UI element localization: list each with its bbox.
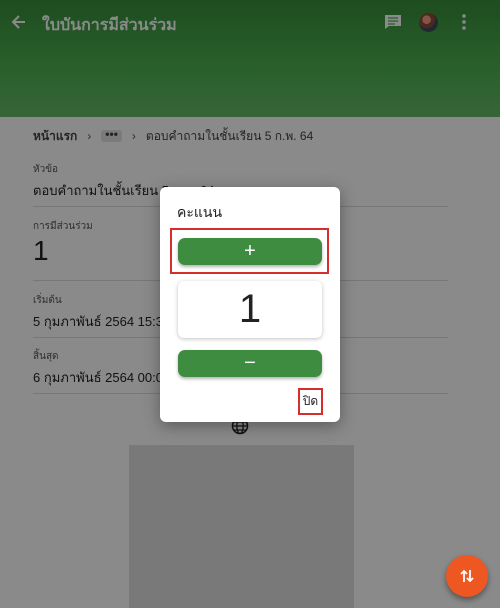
sort-fab[interactable] — [446, 555, 488, 597]
dialog-title: คะแนน — [177, 204, 223, 220]
decrement-button[interactable]: − — [178, 350, 322, 377]
close-button[interactable]: ปิด — [298, 388, 323, 415]
score-dialog: คะแนน + 1 − ปิด — [160, 187, 340, 422]
score-value: 1 — [178, 281, 322, 338]
swap-vert-icon — [460, 569, 474, 583]
highlight-box — [170, 228, 329, 274]
